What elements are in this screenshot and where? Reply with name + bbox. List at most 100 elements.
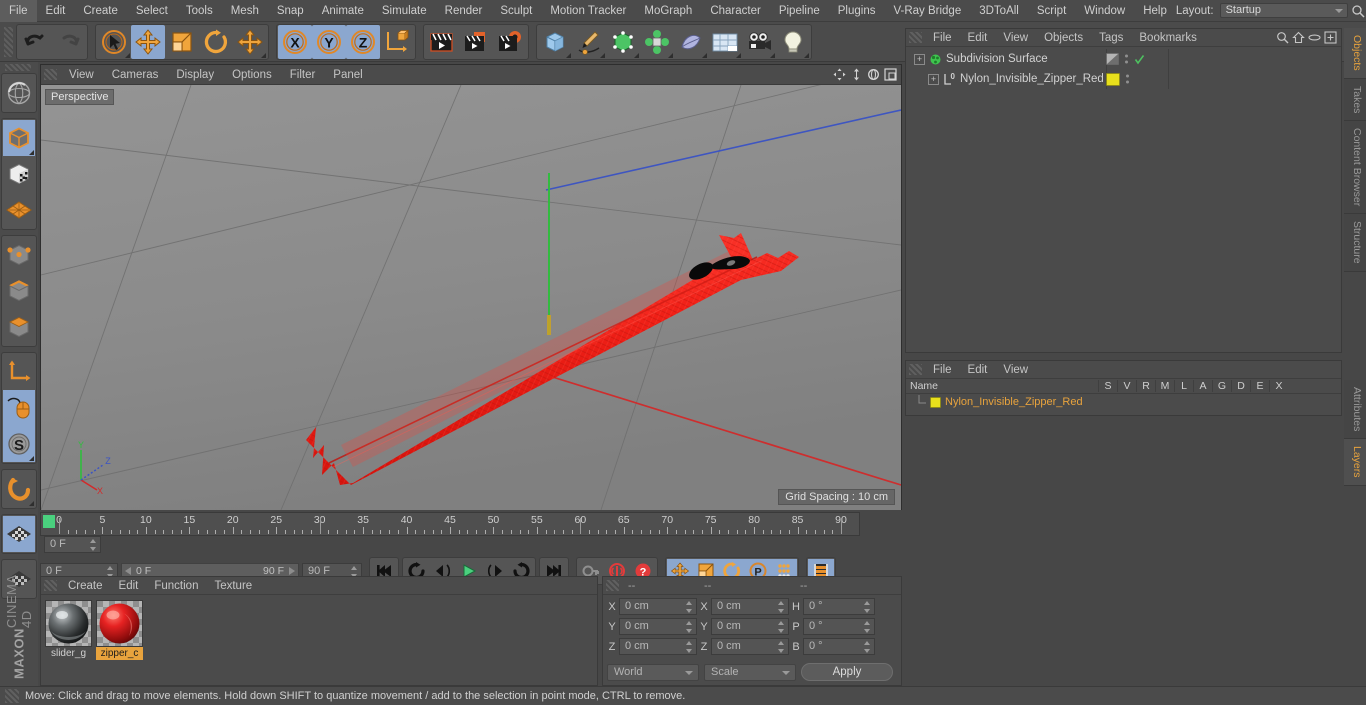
menu-simulate[interactable]: Simulate <box>373 0 436 22</box>
object-menu-objects[interactable]: Objects <box>1036 32 1091 44</box>
spinner-icon[interactable] <box>778 621 785 633</box>
material-menu-edit[interactable]: Edit <box>111 580 147 592</box>
menu-mograph[interactable]: MoGraph <box>635 0 701 22</box>
material-menu-create[interactable]: Create <box>60 580 111 592</box>
object-row-nylon-zipper[interactable]: + 0 Nylon_Invisible_Zipper_Red <box>906 69 1341 89</box>
object-panel-grip[interactable] <box>909 32 922 43</box>
z-axis-lock[interactable]: Z <box>346 24 380 59</box>
timeline-ruler[interactable]: 051015202530354045505560657075808590 <box>40 512 860 536</box>
expand-toggle-icon[interactable]: + <box>914 53 925 65</box>
ellipse-icon[interactable] <box>1308 31 1321 44</box>
layer-menu-file[interactable]: File <box>925 364 960 376</box>
workplane-lock-button[interactable] <box>3 516 35 552</box>
viewport-menu-view[interactable]: View <box>60 69 103 81</box>
menu-character[interactable]: Character <box>701 0 770 22</box>
y-axis-lock[interactable]: Y <box>312 24 346 59</box>
workplane-mode-button[interactable] <box>3 192 35 228</box>
pan-view-icon[interactable] <box>832 67 847 82</box>
object-menu-edit[interactable]: Edit <box>960 32 996 44</box>
menu-create[interactable]: Create <box>74 0 127 22</box>
menu-file[interactable]: File <box>0 0 37 22</box>
menu-pipeline[interactable]: Pipeline <box>770 0 829 22</box>
maximize-view-icon[interactable] <box>883 67 898 82</box>
visibility-dots-icon[interactable] <box>1125 73 1130 85</box>
menu-snap[interactable]: Snap <box>268 0 313 22</box>
spinner-icon[interactable] <box>686 641 693 653</box>
spinner-icon[interactable] <box>778 601 785 613</box>
rotate-view-icon[interactable] <box>866 67 881 82</box>
enabled-check-icon[interactable] <box>1134 54 1145 65</box>
layer-panel-grip[interactable] <box>909 364 922 375</box>
pos-z-input[interactable]: 0 cm <box>619 638 697 655</box>
menu-motion-tracker[interactable]: Motion Tracker <box>541 0 635 22</box>
menu-animate[interactable]: Animate <box>313 0 373 22</box>
coord-mode-dropdown[interactable]: Scale <box>704 663 796 681</box>
menu-3dtoall[interactable]: 3DToAll <box>970 0 1028 22</box>
rot-b-input[interactable]: 0 ° <box>803 638 875 655</box>
viewport-solo-button[interactable]: S <box>3 426 35 462</box>
current-frame-marker[interactable] <box>43 515 55 528</box>
viewport-menu-options[interactable]: Options <box>223 69 281 81</box>
left-toolbar-grip[interactable] <box>4 64 31 71</box>
viewport-menu-filter[interactable]: Filter <box>281 69 325 81</box>
menu-tools[interactable]: Tools <box>177 0 222 22</box>
add-camera-button[interactable] <box>742 25 776 59</box>
tab-takes[interactable]: Takes <box>1344 78 1366 122</box>
move-tool[interactable] <box>131 24 165 59</box>
menu-plugins[interactable]: Plugins <box>829 0 885 22</box>
render-settings-button[interactable] <box>493 25 527 59</box>
spinner-icon[interactable] <box>686 621 693 633</box>
spinner-icon[interactable] <box>778 641 785 653</box>
material-item-slider[interactable]: slider_g <box>45 600 92 660</box>
display-tag-icon[interactable] <box>1106 53 1119 65</box>
rot-p-input[interactable]: 0 ° <box>803 618 875 635</box>
coordinate-panel-grip[interactable] <box>606 580 619 591</box>
menu-window[interactable]: Window <box>1075 0 1134 22</box>
visibility-dots-icon[interactable] <box>1124 53 1129 65</box>
material-thumbnail[interactable] <box>45 600 92 647</box>
material-menu-function[interactable]: Function <box>146 580 206 592</box>
texture-mode-button[interactable] <box>3 156 35 192</box>
polygons-mode-button[interactable] <box>3 309 35 345</box>
menu-select[interactable]: Select <box>127 0 177 22</box>
layer-menu-edit[interactable]: Edit <box>960 364 996 376</box>
size-y-input[interactable]: 0 cm <box>711 618 789 635</box>
magnet-button[interactable] <box>3 471 35 507</box>
enable-snapping-button[interactable] <box>3 390 35 426</box>
viewport-menu-cameras[interactable]: Cameras <box>103 69 168 81</box>
viewport-grip[interactable] <box>44 69 57 80</box>
pos-x-input[interactable]: 0 cm <box>619 598 697 615</box>
toolbar-grip[interactable] <box>4 26 13 57</box>
spinner-icon[interactable] <box>864 621 871 633</box>
add-deformer-button[interactable] <box>674 25 708 59</box>
redo-button[interactable] <box>52 25 86 59</box>
x-axis-lock[interactable]: X <box>278 24 312 59</box>
tab-objects[interactable]: Objects <box>1344 28 1366 79</box>
move-alt-tool[interactable] <box>233 25 267 59</box>
expand-toggle-icon[interactable]: + <box>928 73 939 85</box>
zoom-view-icon[interactable] <box>849 67 864 82</box>
menu-sculpt[interactable]: Sculpt <box>491 0 541 22</box>
spinner-icon[interactable] <box>864 601 871 613</box>
material-menu-texture[interactable]: Texture <box>206 580 260 592</box>
material-tag-icon[interactable] <box>1106 72 1120 86</box>
tab-structure[interactable]: Structure <box>1344 214 1366 272</box>
add-spline-button[interactable] <box>572 25 606 59</box>
viewport-canvas[interactable]: Perspective Y X Z Grid Spacing: 10 cm <box>41 85 901 510</box>
tab-layers[interactable]: Layers <box>1344 439 1366 486</box>
edges-mode-button[interactable] <box>3 273 35 309</box>
axis-modify-button[interactable] <box>3 354 35 390</box>
menu-help[interactable]: Help <box>1134 0 1176 22</box>
menu-vray-bridge[interactable]: V-Ray Bridge <box>884 0 970 22</box>
pos-y-input[interactable]: 0 cm <box>619 618 697 635</box>
menu-mesh[interactable]: Mesh <box>222 0 268 22</box>
spinner-icon[interactable] <box>90 539 97 551</box>
world-object-coord-toggle[interactable] <box>380 25 414 59</box>
live-selection-tool[interactable] <box>97 25 131 59</box>
home-icon[interactable] <box>1292 31 1305 44</box>
tab-attributes[interactable]: Attributes <box>1344 380 1366 440</box>
layer-row[interactable]: Nylon_Invisible_Zipper_Red <box>906 394 1341 410</box>
size-z-input[interactable]: 0 cm <box>711 638 789 655</box>
undo-button[interactable] <box>18 25 52 59</box>
spinner-icon[interactable] <box>864 641 871 653</box>
